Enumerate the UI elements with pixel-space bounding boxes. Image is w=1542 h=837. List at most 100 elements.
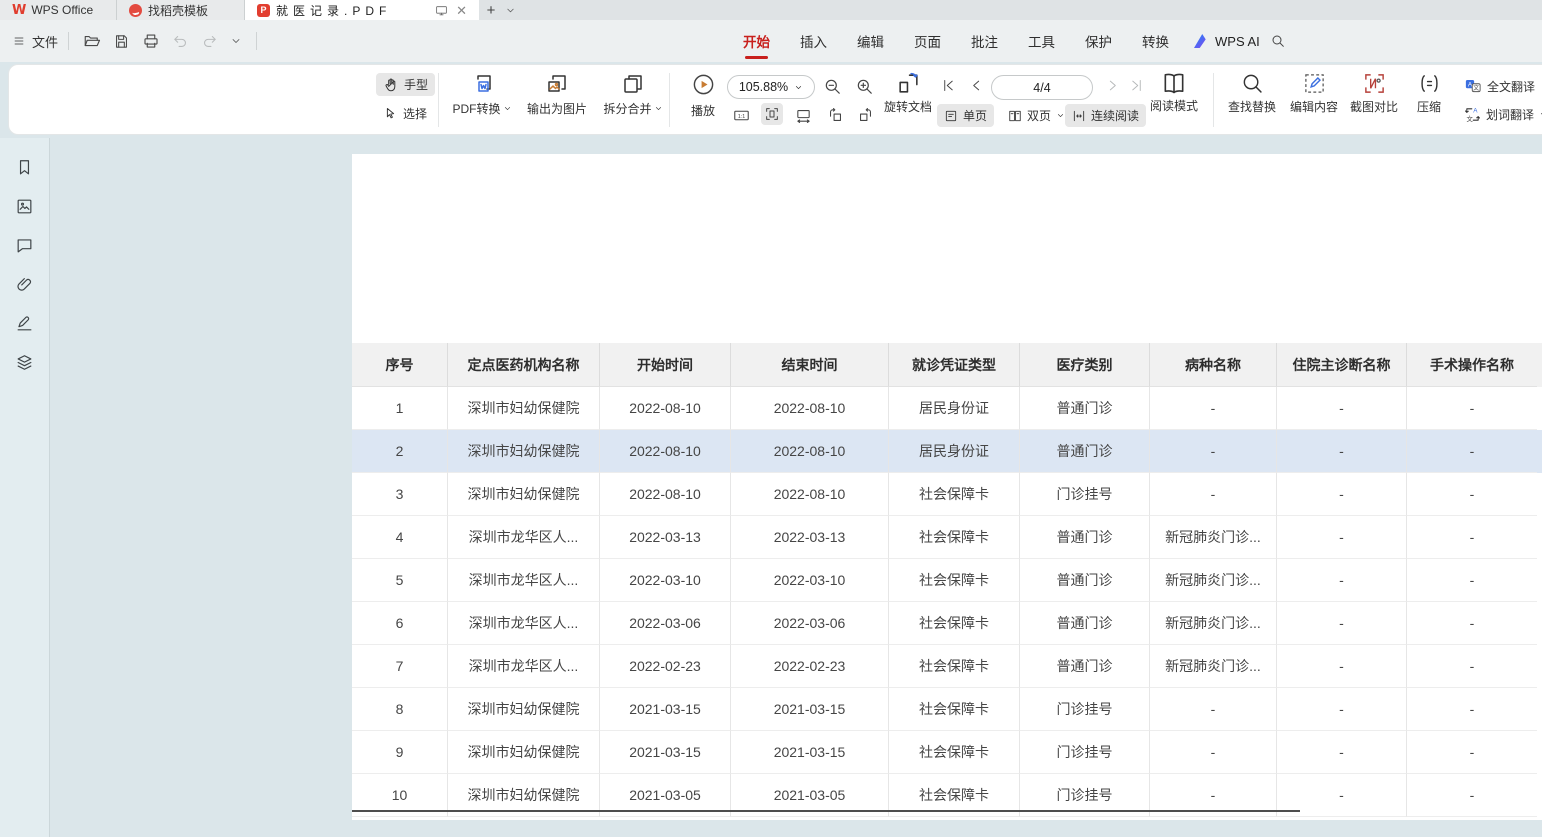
monitor-icon[interactable]: [435, 4, 448, 17]
table-cell: 社会保障卡: [889, 645, 1020, 688]
zoom-out-icon: [823, 77, 842, 96]
pdf-convert-button[interactable]: PDF转换: [445, 72, 519, 117]
rotate-left-icon: [827, 107, 844, 124]
export-image-button[interactable]: 输出为图片: [521, 72, 593, 117]
file-menu-button[interactable]: 文件: [0, 32, 68, 51]
table-row[interactable]: 1深圳市妇幼保健院2022-08-102022-08-10居民身份证普通门诊--…: [352, 387, 1542, 430]
rotate-left-button[interactable]: [825, 105, 846, 126]
play-button[interactable]: 播放: [681, 73, 725, 119]
document-title: 就医记录.PDF: [276, 2, 429, 19]
first-page-button[interactable]: [941, 78, 956, 93]
table-row[interactable]: 4深圳市龙华区人...2022-03-132022-03-13社会保障卡普通门诊…: [352, 516, 1542, 559]
rotate-right-button[interactable]: [855, 105, 876, 126]
save-icon[interactable]: [113, 33, 130, 50]
double-page-button[interactable]: 双页: [1001, 104, 1072, 127]
full-translate-label: 全文翻译: [1487, 78, 1535, 95]
table-row[interactable]: 6深圳市龙华区人...2022-03-062022-03-06社会保障卡普通门诊…: [352, 602, 1542, 645]
table-row[interactable]: 2深圳市妇幼保健院2022-08-102022-08-10居民身份证普通门诊--…: [352, 430, 1542, 473]
column-header: 结束时间: [731, 343, 889, 387]
play-label: 播放: [691, 102, 715, 119]
table-row[interactable]: 8深圳市妇幼保健院2021-03-152021-03-15社会保障卡门诊挂号--…: [352, 688, 1542, 731]
table-cell: 2022-03-13: [731, 516, 889, 559]
table-row[interactable]: 7深圳市龙华区人...2022-02-232022-02-23社会保障卡普通门诊…: [352, 645, 1542, 688]
document-viewport[interactable]: 序号定点医药机构名称开始时间结束时间就诊凭证类型医疗类别病种名称住院主诊断名称手…: [50, 138, 1542, 837]
menu-search-icon[interactable]: [1270, 33, 1286, 49]
read-mode-button[interactable]: 阅读模式: [1143, 70, 1205, 114]
screenshot-compare-button[interactable]: 截图对比: [1343, 72, 1405, 115]
signature-pen-icon[interactable]: [15, 314, 34, 333]
zoom-in-button[interactable]: [855, 77, 874, 96]
column-header: 手术操作名称: [1407, 343, 1537, 387]
ribbon-tab-0[interactable]: 开始: [743, 20, 770, 62]
ribbon-tab-2[interactable]: 编辑: [857, 20, 884, 62]
hand-tool-button[interactable]: 手型: [376, 73, 435, 96]
actual-size-button[interactable]: 1:1: [731, 105, 752, 126]
compress-button[interactable]: 压缩: [1405, 72, 1453, 115]
table-cell: 深圳市妇幼保健院: [448, 387, 600, 430]
table-row[interactable]: 3深圳市妇幼保健院2022-08-102022-08-10社会保障卡门诊挂号--…: [352, 473, 1542, 516]
ribbon-tab-6[interactable]: 保护: [1085, 20, 1112, 62]
table-cell: 新冠肺炎门诊...: [1150, 602, 1277, 645]
open-file-icon[interactable]: [83, 32, 101, 50]
print-icon[interactable]: [142, 32, 160, 50]
table-cell: 居民身份证: [889, 430, 1020, 473]
ribbon-tab-7[interactable]: 转换: [1142, 20, 1169, 62]
table-cell: 深圳市龙华区人...: [448, 516, 600, 559]
ribbon-tab-4[interactable]: 批注: [971, 20, 998, 62]
fit-page-button[interactable]: [761, 103, 783, 125]
full-translate-button[interactable]: A文 全文翻译: [1457, 74, 1542, 98]
tab-document[interactable]: P 就医记录.PDF ✕: [245, 0, 479, 20]
single-page-button[interactable]: 单页: [937, 104, 994, 127]
paperclip-icon[interactable]: [15, 275, 34, 294]
tab-wps-home[interactable]: W WPS Office: [0, 0, 117, 20]
next-page-button[interactable]: [1105, 78, 1120, 93]
ribbon-tab-1[interactable]: 插入: [800, 20, 827, 62]
comment-icon[interactable]: [15, 236, 34, 255]
tab-list-chevron-icon[interactable]: [505, 0, 516, 20]
table-cell: 9: [352, 731, 448, 774]
ribbon-tabs: 开始插入编辑页面批注工具保护转换: [728, 20, 1184, 62]
bookmark-icon[interactable]: [15, 158, 34, 177]
ribbon-tab-3[interactable]: 页面: [914, 20, 941, 62]
layers-icon[interactable]: [15, 353, 34, 372]
new-tab-button[interactable]: +: [479, 0, 503, 20]
divider: [256, 32, 257, 50]
zoom-out-button[interactable]: [823, 77, 842, 96]
wps-ai-button[interactable]: WPS AI: [1194, 20, 1260, 62]
tab-docer-templates[interactable]: 找稻壳模板: [117, 0, 245, 20]
rotate-document-button[interactable]: 旋转文档: [875, 71, 941, 115]
page-number-input[interactable]: 4/4: [991, 75, 1093, 100]
continuous-read-button[interactable]: 连续阅读: [1065, 104, 1146, 127]
table-cell: 普通门诊: [1020, 645, 1150, 688]
table-cell: 社会保障卡: [889, 516, 1020, 559]
table-row[interactable]: 9深圳市妇幼保健院2021-03-152021-03-15社会保障卡门诊挂号--…: [352, 731, 1542, 774]
last-page-button[interactable]: [1129, 78, 1144, 93]
search-icon: [1241, 72, 1264, 95]
quickbar-chevron-icon[interactable]: [230, 35, 242, 47]
fit-width-button[interactable]: [793, 105, 814, 126]
table-row[interactable]: 5深圳市龙华区人...2022-03-102022-03-10社会保障卡普通门诊…: [352, 559, 1542, 602]
thumbnail-icon[interactable]: [15, 197, 34, 216]
prev-page-button[interactable]: [969, 78, 984, 93]
close-tab-icon[interactable]: ✕: [456, 4, 467, 17]
redo-icon[interactable]: [201, 33, 218, 50]
undo-icon[interactable]: [172, 33, 189, 50]
table-cell: -: [1277, 516, 1407, 559]
table-cell: -: [1150, 688, 1277, 731]
svg-text:1:1: 1:1: [738, 114, 745, 120]
document-sidebar: [0, 138, 50, 837]
table-cell: 社会保障卡: [889, 473, 1020, 516]
split-merge-label: 拆分合并: [603, 100, 651, 117]
find-replace-button[interactable]: 查找替换: [1221, 72, 1283, 115]
select-tool-button[interactable]: 选择: [376, 102, 434, 125]
table-bottom-border: [352, 810, 1300, 812]
edit-content-button[interactable]: 编辑内容: [1283, 72, 1345, 115]
export-image-icon: [545, 72, 569, 96]
split-merge-button[interactable]: 拆分合并: [595, 72, 671, 117]
ribbon-tab-5[interactable]: 工具: [1028, 20, 1055, 62]
table-cell: 居民身份证: [889, 387, 1020, 430]
word-translate-icon: A文: [1464, 106, 1481, 123]
word-translate-button[interactable]: A文 划词翻译: [1457, 103, 1542, 126]
zoom-level-select[interactable]: 105.88%: [727, 75, 815, 99]
table-cell: 深圳市妇幼保健院: [448, 473, 600, 516]
